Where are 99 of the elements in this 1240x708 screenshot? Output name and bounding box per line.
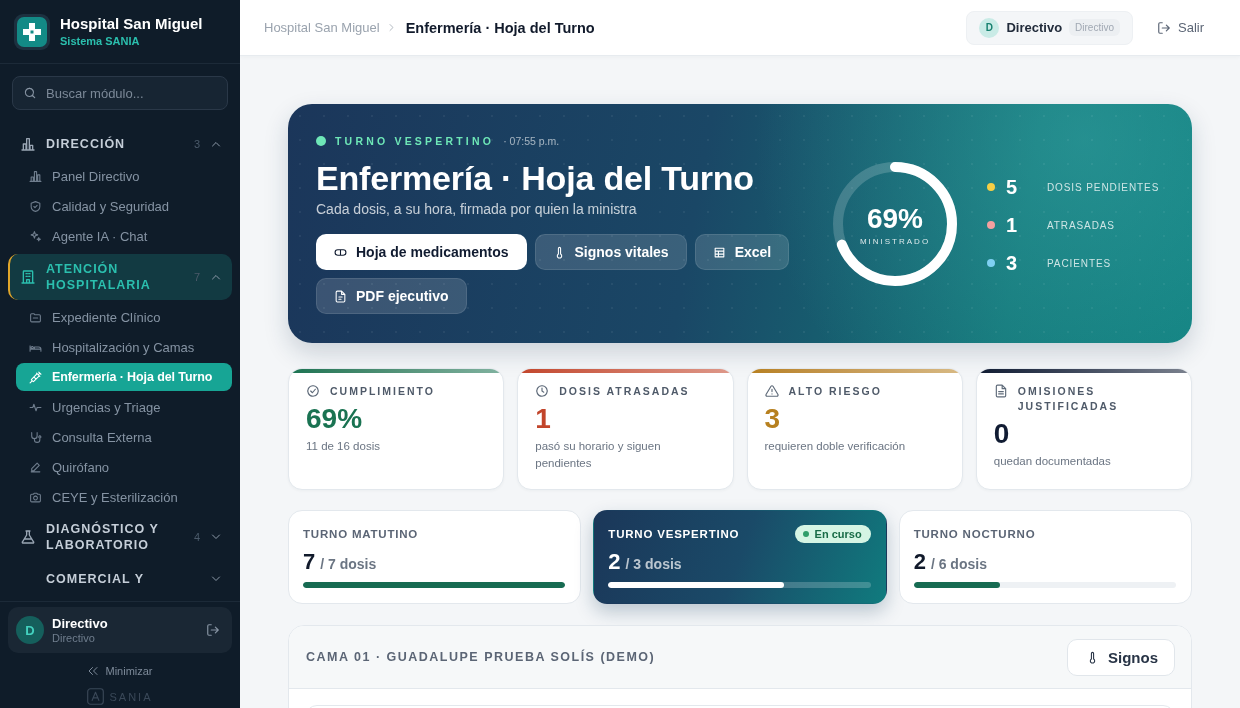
kpi-label: ALTO RIESGO (788, 384, 882, 399)
avatar: D (16, 616, 44, 644)
kpi-value: 69% (306, 403, 363, 435)
kpi-description: pasó su horario y siguen pendientes (535, 439, 662, 471)
bar-chart-icon (29, 169, 42, 183)
warning-icon (764, 384, 779, 398)
nav-item[interactable]: Agente IA · Chat (16, 222, 232, 250)
nav-group-header[interactable]: COMERCIAL Y (8, 564, 232, 594)
user-chip[interactable]: D Directivo Directivo (966, 10, 1133, 45)
kpi-label: DOSIS ATRASADAS (559, 384, 690, 399)
group-count: 4 (193, 531, 200, 543)
clock-icon (535, 384, 550, 398)
user-card[interactable]: D Directivo Directivo (8, 607, 232, 653)
minimize-button[interactable]: Minimizar (83, 663, 157, 679)
shield-check-icon (29, 199, 42, 213)
user-name: Directivo (1006, 20, 1063, 35)
vitals-button[interactable]: Signos (1067, 638, 1175, 676)
shift-card[interactable]: TURNO VESPERTINO En curso 2 / 3 dosis (593, 510, 887, 604)
search-field[interactable]: Buscar módulo... (12, 76, 228, 110)
stat-value: 5 (1006, 175, 1019, 199)
hero-subtitle: Cada dosis, a su hora, firmada por quien la ministra (316, 200, 637, 218)
nav-group-header[interactable]: DIRECCIÓN 3 (8, 129, 232, 159)
nav-item[interactable]: Urgencias y Triage (16, 393, 232, 421)
nav-item[interactable]: Hospitalización y Camas (16, 333, 232, 361)
dose-total: / 6 dosis (930, 556, 987, 572)
dose-count: 2 (608, 549, 621, 575)
system-name: Sistema SANIA (60, 35, 140, 48)
progress-label: MINISTRADO (859, 236, 931, 246)
nav-group-header[interactable]: DIAGNÓSTICO Y LABORATORIO 4 (8, 514, 232, 560)
sparkles-icon (29, 229, 42, 243)
shift-card[interactable]: TURNO MATUTINO 7 / 7 dosis (288, 510, 582, 604)
kpi-value: 1 (535, 403, 551, 435)
user-role: Directivo (52, 632, 95, 644)
kpi-value: 3 (764, 403, 781, 435)
syringe-icon (29, 370, 42, 384)
kpi-value: 0 (993, 418, 1010, 450)
dose-total: / 7 dosis (320, 556, 377, 572)
hero-title: Enfermería · Hoja del Turno (316, 159, 754, 197)
pen-icon (29, 460, 42, 474)
progress-value: 69% (866, 202, 923, 235)
user-name: Directivo (52, 616, 108, 631)
chevron-right-icon (386, 23, 396, 32)
nav-item[interactable]: Expediente Clínico (16, 303, 232, 331)
dose-total: / 3 dosis (625, 556, 682, 572)
nav-item[interactable]: Enfermería · Hoja del Turno (16, 363, 232, 391)
hospital-name: Hospital San Miguel (60, 15, 203, 33)
nav-item[interactable]: Quirófano (16, 453, 232, 481)
nav-group-header[interactable]: ATENCIÓN HOSPITALARIA 7 (8, 254, 232, 300)
logout-icon (1157, 20, 1171, 35)
shift-name: TURNO VESPERTINO (608, 528, 740, 540)
status-dot-icon (802, 531, 809, 537)
role-tag: Directivo (1069, 19, 1120, 36)
nav-item[interactable]: Panel Directivo (16, 162, 232, 190)
action-button[interactable]: Excel (694, 234, 790, 270)
table-icon (712, 245, 726, 259)
action-button[interactable]: Signos vitales (534, 234, 687, 270)
nav-item[interactable]: CEYE y Esterilización (16, 483, 232, 511)
kpi-label: CUMPLIMIENTO (330, 384, 435, 399)
folder-icon (29, 310, 42, 324)
stat-value: 1 (1006, 213, 1019, 237)
shift-card[interactable]: TURNO NOCTURNO 2 / 6 dosis (898, 510, 1192, 604)
status-label: En curso (814, 528, 862, 540)
shift-name: TURNO NOCTURNO (913, 528, 1036, 540)
shift-time: · 07:55 p.m. (503, 135, 560, 147)
stat-label: DOSIS PENDIENTES (1047, 181, 1160, 193)
bar-chart-icon (20, 136, 36, 152)
kpi-description: quedan documentadas (993, 454, 1111, 469)
stat-label: PACIENTES (1047, 257, 1112, 269)
file-icon (334, 289, 347, 303)
stethoscope-icon (29, 430, 42, 444)
logout-button[interactable]: Salir (1153, 16, 1216, 39)
bed-title: CAMA 01 · GUADALUPE PRUEBA SOLÍS (DEMO) (306, 650, 656, 664)
letter-a-logo-icon (87, 688, 105, 705)
flask-icon (20, 529, 36, 545)
kpi-description: 11 de 16 dosis (306, 439, 380, 454)
avatar: D (979, 17, 1000, 38)
kpi-description: requieren doble verificación (764, 439, 906, 454)
logout-icon[interactable] (206, 623, 220, 637)
camera-icon (29, 490, 42, 504)
status-dot-icon (316, 136, 326, 146)
stat-label: ATRASADAS (1047, 219, 1115, 231)
action-button[interactable]: PDF ejecutivo (316, 278, 467, 314)
document-icon (993, 384, 1008, 398)
dose-count: 2 (913, 549, 926, 575)
building-icon (20, 269, 36, 285)
double-chevron-left-icon (87, 665, 100, 677)
shift-name: TURNO MATUTINO (303, 528, 419, 540)
shift-label: TURNO VESPERTINO (335, 135, 495, 147)
cross-logo-icon (14, 13, 50, 50)
nav-item[interactable]: Calidad y Seguridad (16, 192, 232, 220)
search-icon (23, 86, 37, 100)
page-title: Enfermería · Hoja del Turno (405, 19, 595, 36)
dose-count: 7 (303, 549, 316, 575)
group-count: 7 (193, 271, 200, 283)
nav-item[interactable]: Consulta Externa (16, 423, 232, 451)
action-button[interactable]: Hoja de medicamentos (316, 234, 527, 270)
stat-value: 3 (1006, 251, 1019, 275)
group-count: 3 (193, 138, 200, 150)
kpi-label: OMISIONES JUSTIFICADAS (1017, 384, 1120, 414)
